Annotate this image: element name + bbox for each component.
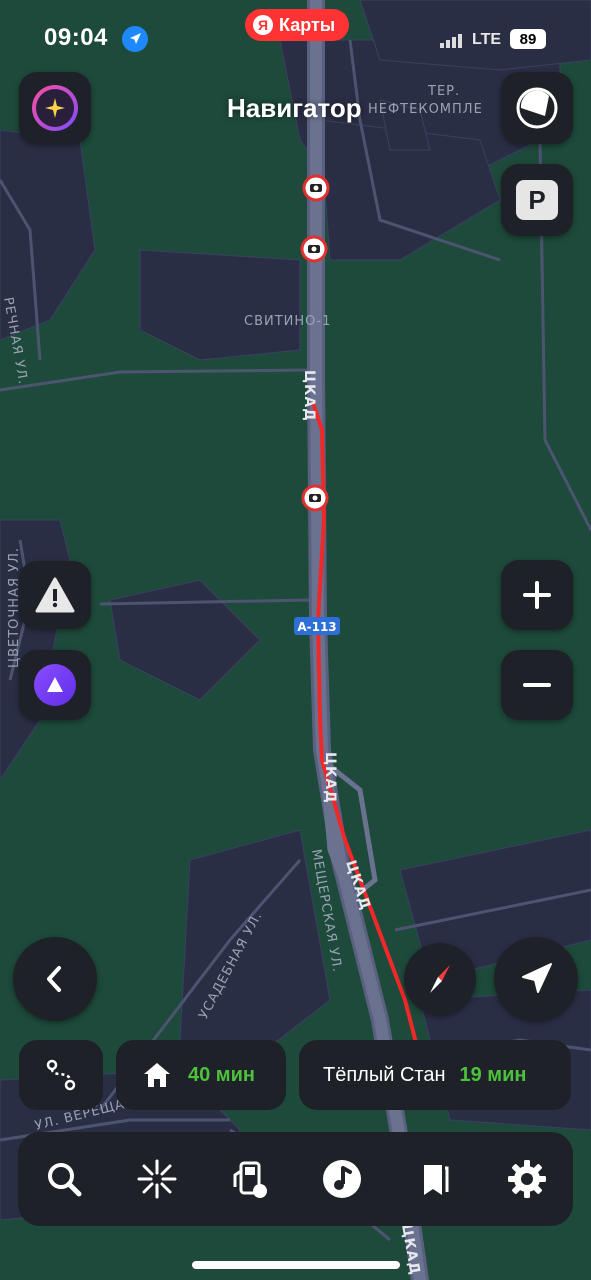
minus-icon	[523, 683, 551, 687]
highway-label: ЦКАД	[301, 370, 317, 422]
warning-icon	[35, 577, 75, 613]
road-number-shield: А-113	[294, 617, 340, 635]
home-eta: 40 мин	[188, 1063, 255, 1086]
layers-icon	[516, 87, 558, 129]
area-label: ТЕР.	[427, 84, 460, 99]
music-icon	[322, 1160, 361, 1198]
route-icon	[46, 1059, 76, 1091]
clock: 09:04	[44, 24, 108, 51]
home-icon	[144, 1063, 170, 1087]
speed-camera-icon	[301, 484, 329, 512]
home-destination-chip[interactable]: 40 мин	[116, 1040, 286, 1110]
zoom-out-button[interactable]	[501, 650, 573, 720]
speed-camera-icon	[300, 235, 328, 263]
search-icon	[48, 1163, 82, 1197]
fuel-icon	[233, 1161, 268, 1198]
signal-icon	[440, 34, 470, 53]
page-title: Навигатор	[227, 93, 362, 123]
navigation-arrow-icon	[522, 963, 552, 993]
area-label: СВИТИНО-1	[244, 314, 331, 329]
bottom-toolbar	[18, 1132, 573, 1226]
back-button[interactable]	[13, 937, 97, 1021]
fuel-button[interactable]	[219, 1149, 279, 1209]
road-number-label: А-113	[297, 620, 336, 634]
locate-me-button[interactable]	[494, 937, 578, 1021]
parking-icon: P	[516, 180, 558, 220]
alice-icon	[34, 664, 76, 706]
destination-eta: 19 мин	[459, 1063, 527, 1086]
status-bar: 09:04 Я Карты LTE 89	[0, 0, 591, 60]
speed-camera-icon	[302, 174, 330, 202]
highway-label: ЦКАД	[322, 752, 338, 804]
report-incident-button[interactable]	[19, 561, 91, 629]
location-arrow-icon	[122, 26, 148, 52]
battery-indicator: 89	[510, 29, 546, 49]
layers-button[interactable]	[501, 72, 573, 144]
yandex-logo-icon: Я	[253, 15, 273, 35]
sparkles-icon	[32, 85, 78, 131]
gear-icon	[507, 1160, 546, 1198]
brand-label: Карты	[279, 14, 336, 35]
area-label: НЕФТЕКОМПЛЕ	[368, 102, 483, 117]
destination-name: Тёплый Стан	[323, 1063, 446, 1086]
music-button[interactable]	[312, 1149, 372, 1209]
network-label: LTE	[472, 31, 502, 48]
route-options-button[interactable]	[19, 1040, 103, 1110]
bookmarks-button[interactable]	[404, 1149, 464, 1209]
profile-button[interactable]	[19, 72, 91, 144]
plus-icon	[523, 581, 551, 609]
search-button[interactable]	[34, 1149, 94, 1209]
saved-destination-chip[interactable]: Тёплый Стан 19 мин	[299, 1040, 571, 1110]
sparkle-burst-icon	[137, 1159, 177, 1199]
home-indicator[interactable]	[192, 1261, 400, 1269]
compass-icon	[430, 965, 450, 993]
chevron-left-icon	[47, 966, 61, 992]
settings-button[interactable]	[497, 1149, 557, 1209]
zoom-in-button[interactable]	[501, 560, 573, 630]
app-switch-pill[interactable]: Я Карты	[245, 9, 350, 41]
compass-button[interactable]	[404, 943, 476, 1015]
bookmarks-icon	[424, 1165, 449, 1195]
parking-button[interactable]: P	[501, 164, 573, 236]
discover-button[interactable]	[127, 1149, 187, 1209]
alice-assistant-button[interactable]	[19, 650, 91, 720]
